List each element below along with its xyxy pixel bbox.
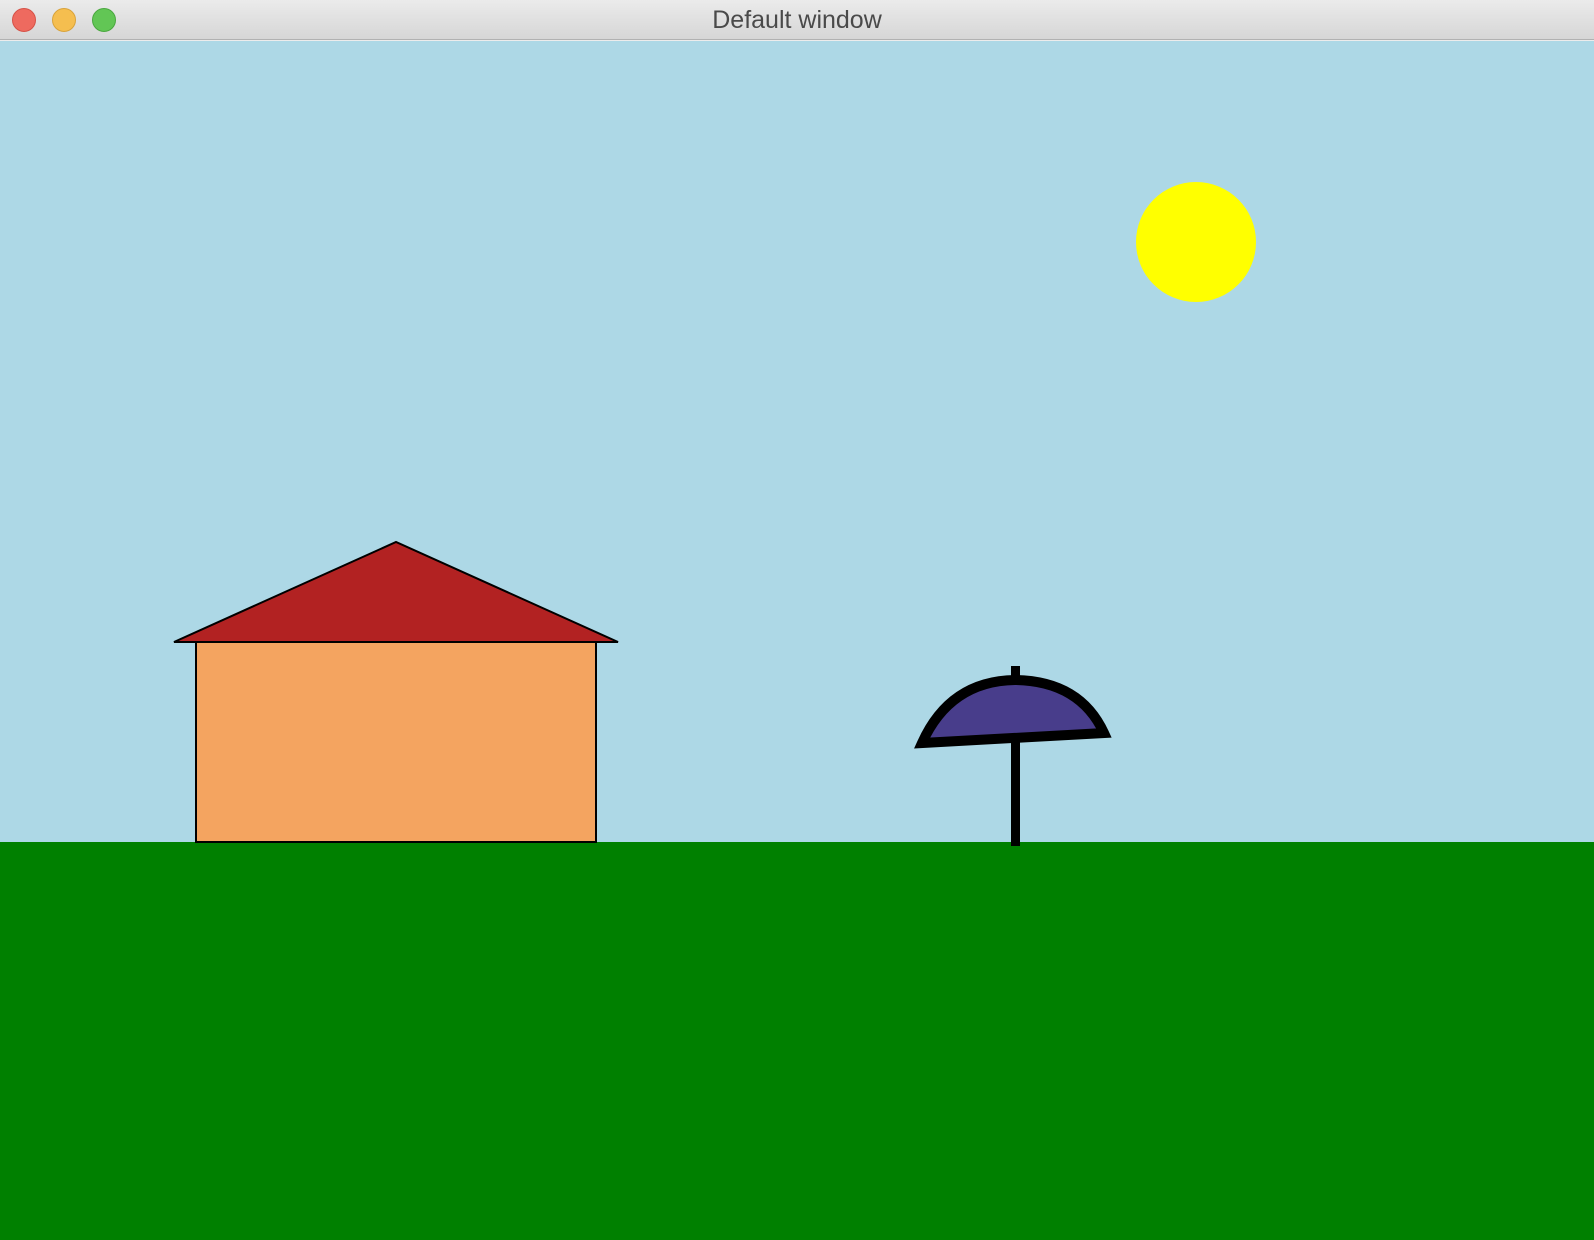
umbrella-pole: [1011, 737, 1020, 846]
scene-svg: [0, 41, 1594, 1240]
ground: [0, 842, 1594, 1240]
app-window: Default window: [0, 0, 1594, 1240]
title-bar[interactable]: Default window: [0, 0, 1594, 40]
sun: [1136, 182, 1256, 302]
drawing-canvas: [0, 41, 1594, 1240]
window-title: Default window: [712, 6, 882, 34]
house-wall: [195, 641, 597, 843]
